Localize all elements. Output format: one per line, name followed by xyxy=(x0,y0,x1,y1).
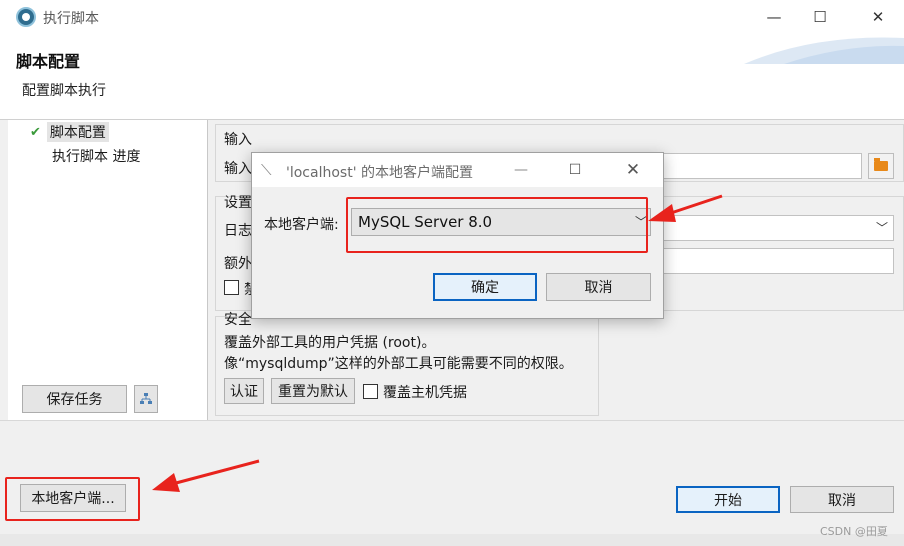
browse-folder-button[interactable] xyxy=(868,153,894,179)
start-button[interactable]: 开始 xyxy=(676,486,780,513)
window-bottom-edge xyxy=(0,534,904,546)
annotation-highlight-box xyxy=(346,197,648,253)
step-navigation: ✔ 脚本配置 执行脚本 进度 保存任务 xyxy=(8,120,208,420)
extra-args-label: 额外 xyxy=(224,256,252,272)
local-client-config-dialog: ⟍ 'localhost' 的本地客户端配置 — ☐ ✕ 本地客户端: MySQ… xyxy=(251,152,664,319)
settings-group-title: 设置 xyxy=(224,195,252,211)
dialog-title-bar: ⟍ 'localhost' 的本地客户端配置 — ☐ ✕ xyxy=(252,153,663,187)
security-group-title: 安全 xyxy=(224,312,252,328)
override-host-credentials-checkbox[interactable] xyxy=(363,384,378,399)
log-label: 日志 xyxy=(224,223,252,239)
authenticate-button[interactable]: 认证 xyxy=(224,378,264,404)
dialog-close-button[interactable]: ✕ xyxy=(618,158,648,182)
tree-structure-icon xyxy=(140,393,152,404)
override-host-credentials-label: 覆盖主机凭据 xyxy=(383,385,467,401)
dialog-minimize-button[interactable]: — xyxy=(506,158,536,182)
page-title: 脚本配置 xyxy=(16,52,81,71)
annotation-highlight-box xyxy=(5,477,140,521)
save-task-button[interactable]: 保存任务 xyxy=(22,385,127,413)
input-field-label: 输入 xyxy=(224,161,252,177)
ok-button[interactable]: 确定 xyxy=(433,273,537,301)
input-file-field[interactable] xyxy=(660,153,862,179)
wizard-header: 脚本配置 配置脚本执行 xyxy=(0,34,904,120)
watermark: CSDN @田夏 xyxy=(820,525,888,538)
dialog-cancel-button[interactable]: 取消 xyxy=(546,273,651,301)
tree-structure-button[interactable] xyxy=(134,385,158,413)
maximize-button[interactable]: ☐ xyxy=(798,4,842,30)
security-description-line1: 覆盖外部工具的用户凭据 (root)。 xyxy=(224,335,436,351)
dbeaver-icon xyxy=(16,7,36,27)
window-title: 执行脚本 xyxy=(43,11,99,27)
local-client-label: 本地客户端: xyxy=(264,217,339,233)
security-description-line2: 像“mysqldump”这样的外部工具可能需要不同的权限。 xyxy=(224,356,573,372)
folder-icon xyxy=(874,158,888,171)
title-bar: 执行脚本 — ☐ ✕ xyxy=(0,0,904,34)
disable-checkbox[interactable] xyxy=(224,280,239,295)
dialog-maximize-button[interactable]: ☐ xyxy=(560,158,590,182)
close-button[interactable]: ✕ xyxy=(856,4,900,30)
dialog-title: 'localhost' 的本地客户端配置 xyxy=(286,165,473,181)
extra-args-field[interactable] xyxy=(660,248,894,274)
reset-to-default-button[interactable]: 重置为默认 xyxy=(271,378,355,404)
minimize-button[interactable]: — xyxy=(752,4,796,30)
step-item-script-config[interactable]: ✔ 脚本配置 xyxy=(30,122,109,142)
header-banner-graphic xyxy=(744,37,904,64)
check-icon: ✔ xyxy=(30,124,41,140)
input-group-title: 输入 xyxy=(224,132,252,148)
log-level-select[interactable] xyxy=(660,215,894,241)
page-subtitle: 配置脚本执行 xyxy=(22,83,106,99)
step-item-label: 脚本配置 xyxy=(46,122,109,142)
cancel-button[interactable]: 取消 xyxy=(790,486,894,513)
step-item-execute-progress[interactable]: 执行脚本 进度 xyxy=(52,146,140,166)
dbeaver-icon: ⟍ xyxy=(261,161,272,179)
chevron-down-icon: ﹀ xyxy=(876,221,889,235)
